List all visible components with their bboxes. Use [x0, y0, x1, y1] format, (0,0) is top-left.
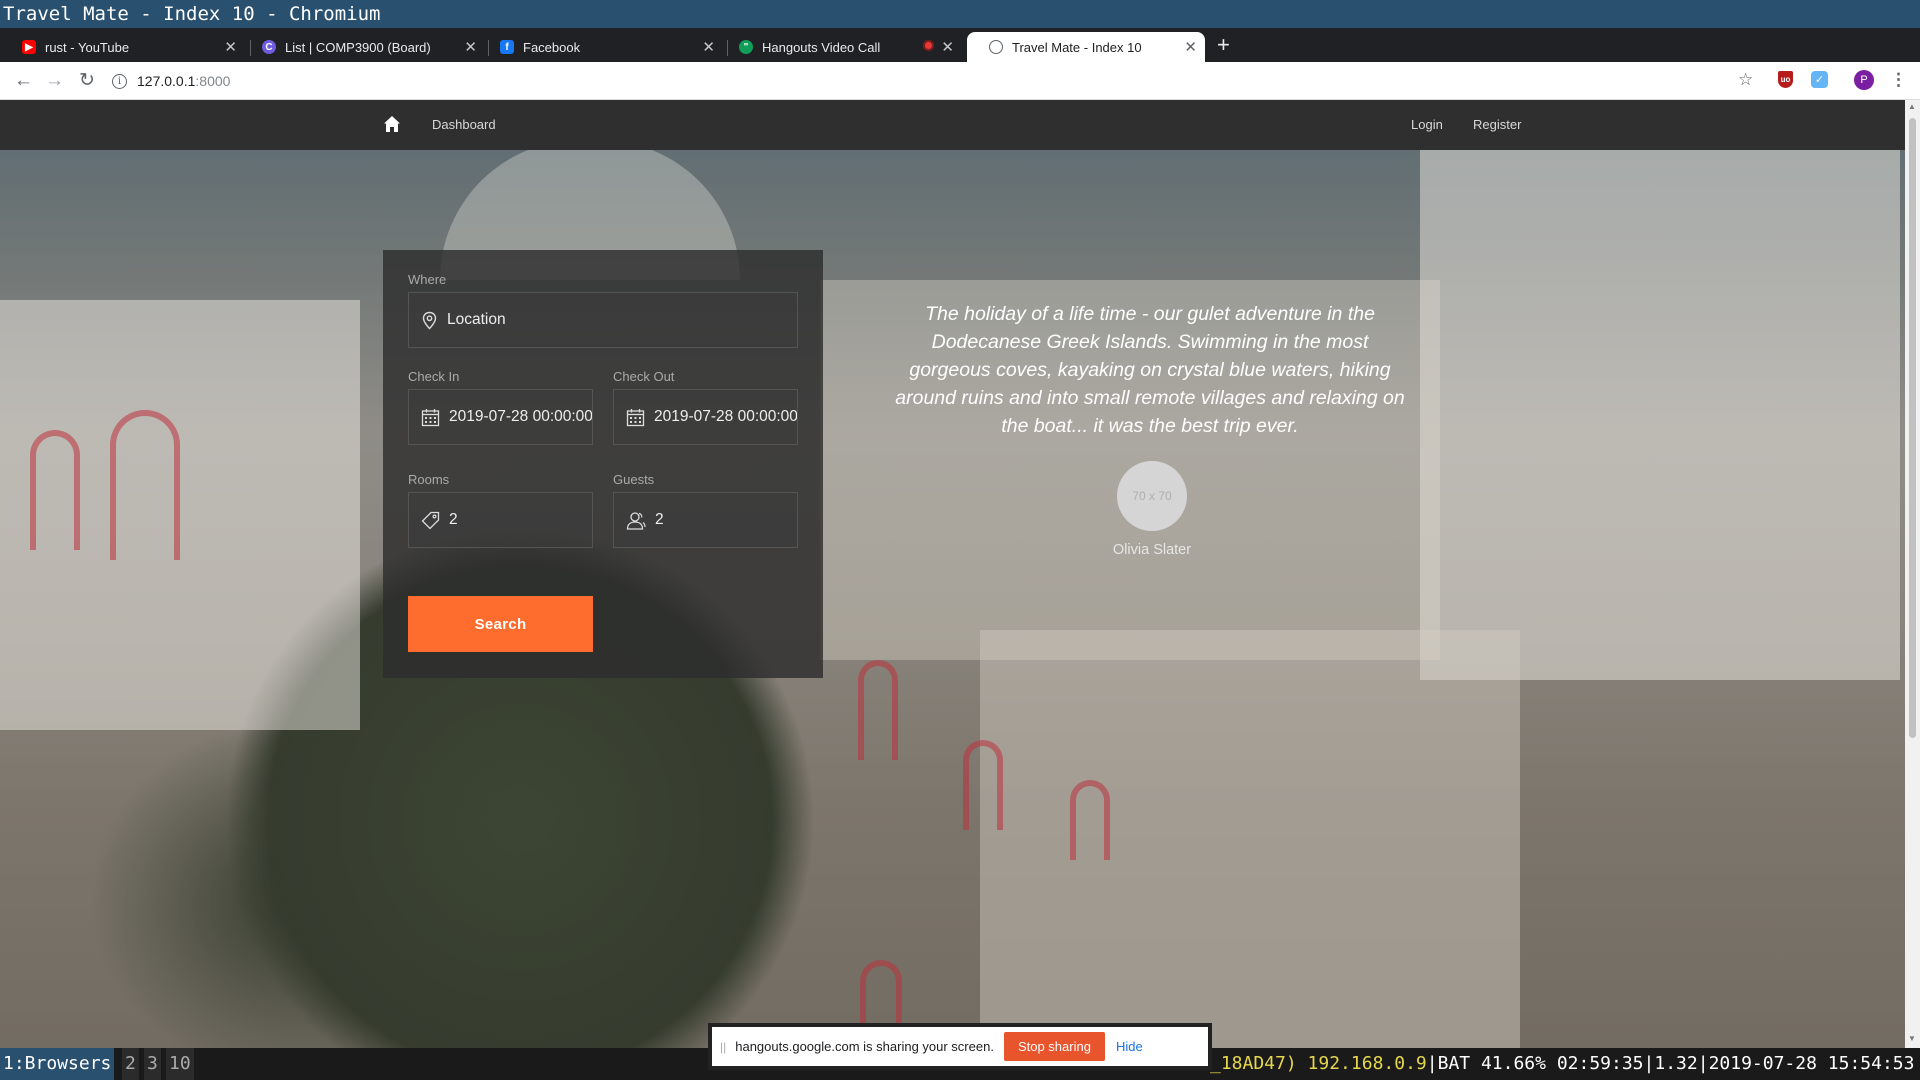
sharing-message: hangouts.google.com is sharing your scre…	[735, 1039, 994, 1054]
close-icon[interactable]: ✕	[1184, 38, 1197, 56]
tab-comp3900-board[interactable]: C List | COMP3900 (Board) ✕	[240, 32, 485, 62]
workspace-3[interactable]: 3	[144, 1048, 161, 1080]
extension-icon[interactable]: ✓	[1811, 71, 1828, 88]
checkin-label: Check In	[408, 369, 460, 384]
testimonial-quote: The holiday of a life time - our gulet a…	[895, 303, 1405, 437]
search-button[interactable]: Search	[408, 596, 593, 652]
star-icon[interactable]: ☆	[1738, 70, 1753, 90]
screen-sharing-bar: || hangouts.google.com is sharing your s…	[708, 1023, 1212, 1070]
stop-sharing-button[interactable]: Stop sharing	[1003, 1032, 1105, 1061]
menu-icon[interactable]: ⋮	[1890, 70, 1907, 90]
site-navbar: Dashboard Login Register	[0, 100, 1905, 150]
tag-icon	[421, 511, 440, 529]
back-arrow-icon[interactable]: ←	[14, 69, 33, 93]
new-tab-button[interactable]: +	[1217, 34, 1230, 56]
globe-icon	[989, 40, 1003, 54]
url-host: 127.0.0.1	[137, 73, 196, 89]
calendar-icon	[421, 408, 440, 426]
scroll-thumb[interactable]	[1909, 118, 1916, 738]
guests-value: 2	[655, 511, 664, 528]
hide-button[interactable]: Hide	[1116, 1039, 1143, 1054]
search-panel: Where Location Check In 2019-07-28 00:00…	[383, 250, 823, 678]
close-icon[interactable]: ✕	[702, 38, 715, 56]
guests-input[interactable]: 2	[613, 492, 798, 548]
location-placeholder: Location	[447, 311, 506, 328]
forward-arrow-icon[interactable]: →	[45, 69, 64, 93]
network-ip: 192.168.0.9	[1307, 1053, 1427, 1074]
checkout-label: Check Out	[613, 369, 675, 384]
window-title: Travel Mate - Index 10 - Chromium	[0, 0, 1920, 28]
checkout-input[interactable]: 2019-07-28 00:00:00	[613, 389, 798, 445]
system-status: _18AD47) 192.168.0.9|BAT 41.66% 02:59:35…	[1210, 1053, 1915, 1074]
network-mac: _18AD47)	[1210, 1053, 1297, 1074]
workspace-1[interactable]: 1:Browsers	[0, 1048, 115, 1080]
nav-dashboard-link[interactable]: Dashboard	[432, 117, 496, 132]
workspace-10[interactable]: 10	[166, 1048, 194, 1080]
hangouts-icon: "	[739, 40, 753, 54]
recording-icon	[923, 40, 934, 51]
testimonial-avatar: 70 x 70	[1117, 461, 1187, 531]
address-bar[interactable]: i 127.0.0.1:8000	[112, 68, 1732, 94]
users-icon	[626, 511, 646, 530]
page-viewport: Dashboard Login Register Where Location …	[0, 100, 1905, 1048]
calendar-icon	[626, 408, 645, 426]
tab-facebook[interactable]: f Facebook ✕	[478, 32, 723, 62]
tab-youtube[interactable]: ▶ rust - YouTube ✕	[0, 32, 245, 62]
close-icon[interactable]: ✕	[941, 38, 954, 56]
rooms-value: 2	[449, 511, 458, 528]
close-icon[interactable]: ✕	[464, 38, 477, 56]
nav-register-link[interactable]: Register	[1473, 117, 1521, 132]
url-port: :8000	[195, 73, 231, 89]
battery-status: BAT 41.66% 02:59:35	[1437, 1053, 1644, 1074]
where-label: Where	[408, 272, 447, 287]
testimonial-author: Olivia Slater	[1112, 542, 1192, 558]
location-input[interactable]: Location	[408, 292, 798, 348]
youtube-icon: ▶	[22, 40, 36, 54]
rooms-label: Rooms	[408, 472, 450, 487]
rooms-input[interactable]: 2	[408, 492, 593, 548]
scroll-down-icon[interactable]: ▼	[1908, 1034, 1916, 1043]
drag-handle-icon[interactable]: ||	[720, 1040, 726, 1054]
location-pin-icon	[422, 311, 437, 329]
board-icon: C	[262, 40, 276, 54]
profile-avatar[interactable]: P	[1854, 70, 1874, 90]
scroll-up-icon[interactable]: ▲	[1908, 102, 1916, 111]
workspace-2[interactable]: 2	[122, 1048, 139, 1080]
clock: 2019-07-28 15:54:53	[1708, 1053, 1915, 1074]
tab-strip: ▶ rust - YouTube ✕ C List | COMP3900 (Bo…	[0, 28, 1920, 62]
browser-toolbar: ← → ↻ i 127.0.0.1:8000 ☆ ⋮	[0, 62, 1920, 100]
guests-label: Guests	[613, 472, 655, 487]
load-average: 1.32	[1654, 1053, 1698, 1074]
nav-login-link[interactable]: Login	[1411, 117, 1443, 132]
checkin-value: 2019-07-28 00:00:00	[449, 408, 593, 425]
hero-background-image	[0, 100, 1905, 1048]
tab-travel-mate[interactable]: Travel Mate - Index 10 ✕	[967, 32, 1205, 62]
home-icon[interactable]	[383, 115, 401, 133]
reload-icon[interactable]: ↻	[79, 69, 95, 93]
facebook-icon: f	[500, 40, 514, 54]
close-icon[interactable]: ✕	[224, 38, 237, 56]
info-icon[interactable]: i	[112, 73, 127, 89]
checkin-input[interactable]: 2019-07-28 00:00:00	[408, 389, 593, 445]
ublock-extension-icon[interactable]: uo	[1778, 71, 1793, 88]
checkout-value: 2019-07-28 00:00:00	[654, 408, 798, 425]
page-scrollbar[interactable]: ▲ ▼	[1905, 100, 1920, 1048]
